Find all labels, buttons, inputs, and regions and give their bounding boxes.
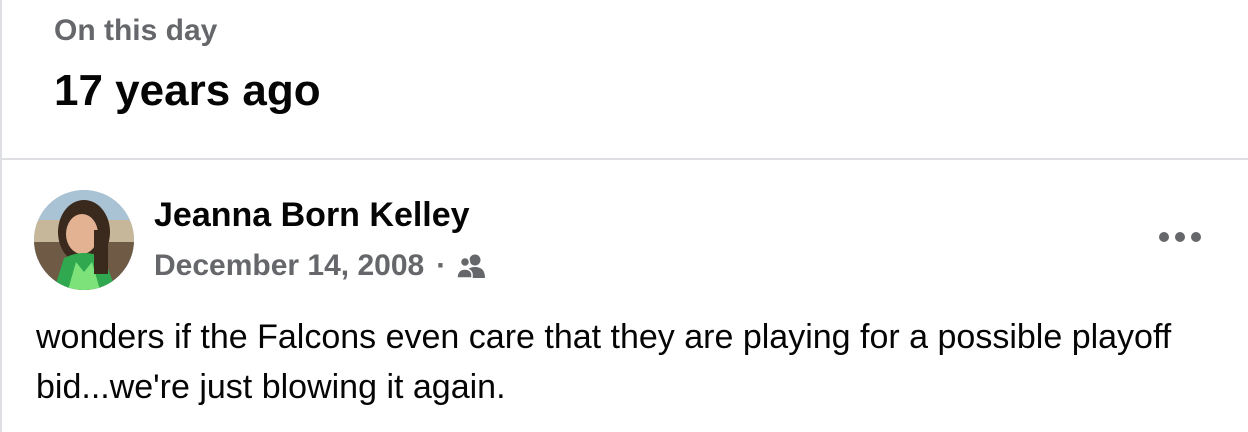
memory-header: On this day 17 years ago <box>2 0 1248 160</box>
friends-icon[interactable] <box>456 253 486 279</box>
memory-card: On this day 17 years ago Jeanna Born Kel… <box>0 0 1248 432</box>
memory-subtitle: On this day <box>54 14 218 47</box>
avatar-image <box>34 190 134 290</box>
meta-separator: · <box>436 249 447 282</box>
author-name[interactable]: Jeanna Born Kelley <box>154 196 470 235</box>
avatar[interactable] <box>34 190 134 290</box>
more-options-button[interactable] <box>1152 220 1208 254</box>
post-date[interactable]: December 14, 2008 <box>154 249 424 283</box>
post-meta: December 14, 2008 · <box>154 246 486 286</box>
memory-title: 17 years ago <box>54 66 321 115</box>
more-options-icon <box>1159 232 1201 242</box>
post-text: wonders if the Falcons even care that th… <box>36 318 1172 406</box>
